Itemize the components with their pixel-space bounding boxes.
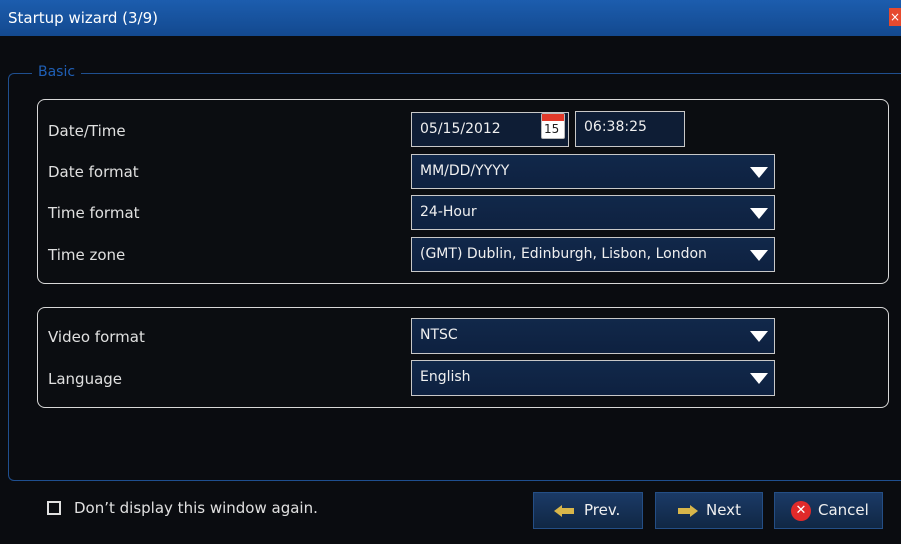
close-icon[interactable]: ×: [889, 8, 901, 26]
chevron-down-icon: [750, 250, 768, 261]
chevron-down-icon: [750, 331, 768, 342]
arrow-left-icon: [554, 505, 562, 517]
calendar-icon-day: 15: [544, 122, 560, 136]
title-bar: Startup wizard (3/9) ×: [0, 0, 901, 36]
time-format-label: Time format: [48, 204, 140, 222]
chevron-down-icon: [750, 167, 768, 178]
video-format-dropdown[interactable]: NTSC: [411, 318, 775, 354]
dont-show-again-checkbox[interactable]: [47, 501, 61, 515]
calendar-icon-header: [542, 114, 564, 121]
time-format-value: 24-Hour: [420, 204, 477, 220]
time-format-dropdown[interactable]: 24-Hour: [411, 195, 775, 230]
cancel-icon: ✕: [791, 501, 811, 521]
dont-show-again-label[interactable]: Don’t display this window again.: [74, 499, 318, 517]
arrow-left-icon-tail: [562, 508, 574, 514]
language-value: English: [420, 369, 471, 385]
calendar-icon[interactable]: 15: [541, 113, 565, 139]
date-format-dropdown[interactable]: MM/DD/YYYY: [411, 154, 775, 189]
date-format-value: MM/DD/YYYY: [420, 163, 510, 179]
next-button[interactable]: Next: [655, 492, 763, 529]
chevron-down-icon: [750, 373, 768, 384]
arrow-right-icon-tail: [678, 508, 690, 514]
arrow-right-icon: [690, 505, 698, 517]
startup-wizard-window: Startup wizard (3/9) × Basic Date/Time 0…: [0, 0, 901, 544]
prev-button-label: Prev.: [584, 501, 621, 519]
time-zone-value: (GMT) Dublin, Edinburgh, Lisbon, London: [420, 246, 707, 262]
language-dropdown[interactable]: English: [411, 360, 775, 396]
video-format-label: Video format: [48, 328, 145, 346]
prev-button[interactable]: Prev.: [533, 492, 643, 529]
basic-group-legend: Basic: [32, 64, 82, 80]
language-label: Language: [48, 370, 123, 388]
datetime-label: Date/Time: [48, 122, 126, 140]
time-input[interactable]: 06:38:25: [575, 111, 685, 147]
time-zone-dropdown[interactable]: (GMT) Dublin, Edinburgh, Lisbon, London: [411, 237, 775, 272]
video-format-value: NTSC: [420, 327, 458, 343]
time-zone-label: Time zone: [48, 246, 126, 264]
window-title: Startup wizard (3/9): [8, 9, 158, 27]
cancel-button[interactable]: ✕ Cancel: [774, 492, 883, 529]
chevron-down-icon: [750, 208, 768, 219]
cancel-button-label: Cancel: [818, 501, 869, 519]
date-format-label: Date format: [48, 163, 139, 181]
next-button-label: Next: [706, 501, 741, 519]
